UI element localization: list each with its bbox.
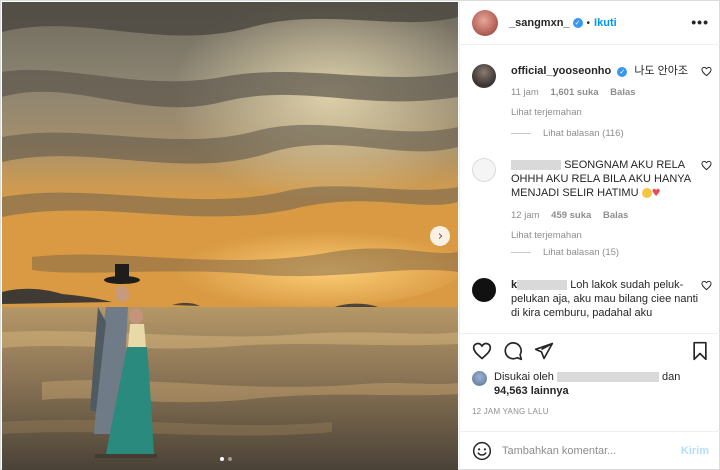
likes-suffix: dan xyxy=(662,371,681,383)
post-timestamp[interactable]: 12 JAM YANG LALU xyxy=(472,407,549,416)
carousel-dot xyxy=(228,457,232,461)
likes-text: Disukai oleh dan 94,563 lainnya xyxy=(494,370,714,398)
replies-line xyxy=(511,132,531,134)
heart-emoji-icon: ♥ xyxy=(651,188,661,199)
redacted-liker xyxy=(556,372,659,383)
author-username[interactable]: _sangmxn_ xyxy=(509,17,570,29)
translate-link[interactable]: Lihat terjemahan xyxy=(511,106,701,120)
follow-button[interactable]: Ikuti xyxy=(594,17,617,29)
translate-link[interactable]: Lihat terjemahan xyxy=(511,229,701,243)
comment-body: official_yooseonho ✓ 나도 안아조 11 jam 1,601… xyxy=(511,64,701,120)
reply-button[interactable]: Balas xyxy=(603,210,628,221)
comment-avatar[interactable] xyxy=(472,64,496,88)
comment-meta: 11 jam 1,601 suka Balas xyxy=(511,86,701,100)
liker-avatar[interactable] xyxy=(472,371,487,386)
comment-likes[interactable]: 459 suka xyxy=(551,210,591,221)
comment-body: k Loh lakok sudah peluk-pelukan aja, aku… xyxy=(511,278,701,320)
verified-badge-icon: ✓ xyxy=(572,18,583,28)
view-replies-link[interactable]: Lihat balasan (15) xyxy=(511,247,619,258)
add-comment-bar: Kirim xyxy=(460,431,720,469)
post-dialog: › _sangmxn_ ✓ • Ikuti ••• official_yoose… xyxy=(0,0,720,470)
like-comment-heart-icon[interactable] xyxy=(701,160,712,171)
view-replies-label: Lihat balasan (15) xyxy=(543,247,620,258)
carousel-indicator xyxy=(220,457,232,461)
comment-meta: 12 jam 459 suka Balas xyxy=(511,209,701,223)
separator-dot: • xyxy=(586,17,591,29)
comments-list[interactable]: official_yooseonho ✓ 나도 안아조 11 jam 1,601… xyxy=(460,46,720,333)
view-replies-label: Lihat balasan (116) xyxy=(543,128,624,139)
comment-username[interactable]: official_yooseonho xyxy=(511,65,611,77)
likes-prefix: Disukai oleh xyxy=(494,371,554,383)
post-header: _sangmxn_ ✓ • Ikuti ••• xyxy=(460,2,720,45)
likes-count[interactable]: 94,563 lainnya xyxy=(494,385,569,397)
emoji-face-icon xyxy=(641,188,652,199)
chevron-right-icon: › xyxy=(437,228,444,244)
bookmark-icon[interactable] xyxy=(690,341,710,361)
comment-text: 나도 안아조 xyxy=(634,65,689,77)
comment-time: 11 jam xyxy=(511,87,539,98)
redacted-username xyxy=(517,280,568,291)
author-avatar[interactable] xyxy=(472,10,498,36)
emoji-icon[interactable] xyxy=(472,441,492,461)
comment-time: 12 jam xyxy=(511,210,540,221)
post-photo[interactable]: › xyxy=(2,2,458,470)
like-comment-heart-icon[interactable] xyxy=(701,280,712,291)
comment-avatar[interactable] xyxy=(472,158,496,182)
comment-item: k Loh lakok sudah peluk-pelukan aja, aku… xyxy=(472,278,712,333)
replies-line xyxy=(511,251,531,253)
like-comment-heart-icon[interactable] xyxy=(701,66,712,77)
more-options-button[interactable]: ••• xyxy=(691,14,709,30)
sunset-beach-image xyxy=(2,2,458,470)
share-icon[interactable] xyxy=(534,341,554,361)
post-actions-bar xyxy=(460,333,720,367)
comment-icon[interactable] xyxy=(503,341,523,361)
carousel-dot xyxy=(220,457,224,461)
post-comment-button[interactable]: Kirim xyxy=(681,445,709,457)
view-replies-link[interactable]: Lihat balasan (116) xyxy=(511,128,624,139)
comment-input[interactable] xyxy=(502,442,670,460)
comment-body: SEONGNAM AKU RELA OHHH AKU RELA BILA AKU… xyxy=(511,158,701,243)
redacted-username xyxy=(511,160,561,171)
next-photo-button[interactable]: › xyxy=(430,226,450,246)
like-heart-icon[interactable] xyxy=(472,341,492,361)
post-details-panel: _sangmxn_ ✓ • Ikuti ••• official_yooseon… xyxy=(459,2,720,470)
reply-button[interactable]: Balas xyxy=(610,87,635,98)
comment-item: official_yooseonho ✓ 나도 안아조 11 jam 1,601… xyxy=(472,64,712,124)
verified-badge-icon: ✓ xyxy=(617,67,628,77)
comment-avatar[interactable] xyxy=(472,278,496,302)
comment-item: SEONGNAM AKU RELA OHHH AKU RELA BILA AKU… xyxy=(472,158,712,241)
comment-likes[interactable]: 1,601 suka xyxy=(550,87,598,98)
